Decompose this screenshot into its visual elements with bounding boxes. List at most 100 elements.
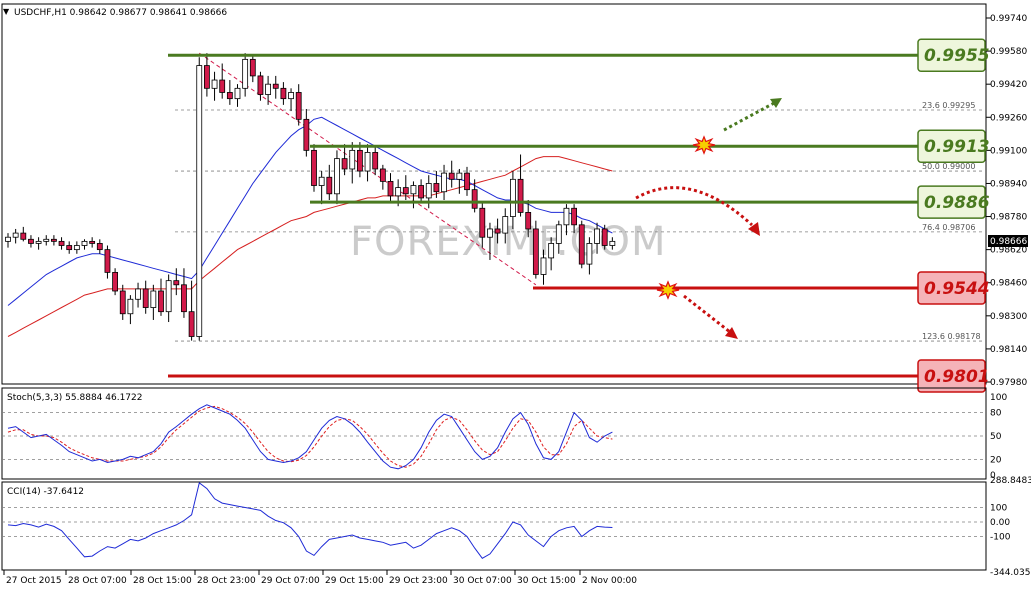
candle-body	[540, 257, 547, 275]
candle-body	[395, 187, 402, 197]
candle-body	[441, 172, 447, 193]
cci-axis-label: 100	[990, 504, 1007, 514]
stoch-axis-label: 100	[990, 393, 1007, 403]
time-tick-label: 28 Oct 07:00	[68, 576, 127, 586]
candle-body	[51, 238, 57, 242]
stoch-axis-label: 20	[990, 455, 1002, 465]
candle-body	[341, 158, 348, 170]
candle-body	[150, 290, 157, 308]
level-box-label-0.9801: 0.9801	[924, 367, 990, 387]
fib-label: 123.6 0.98178	[922, 332, 981, 341]
candle-body	[257, 75, 264, 95]
candle-body	[586, 243, 593, 265]
candle-body	[158, 290, 164, 313]
fib-label: 50.0 0.99000	[922, 162, 975, 171]
candle-body	[196, 65, 203, 337]
candle-body	[112, 271, 118, 292]
candle-body	[89, 240, 96, 244]
candle-body	[349, 149, 356, 170]
candle-body	[418, 185, 425, 199]
candle-body	[555, 224, 562, 244]
candle-body	[219, 79, 226, 93]
candle-body	[43, 238, 50, 242]
candle-body	[104, 249, 111, 273]
candle-body	[494, 228, 501, 234]
candle-body	[211, 79, 218, 89]
candle-body	[456, 172, 463, 180]
price-tick-label: 0.97980	[990, 378, 1027, 388]
candle-body	[609, 240, 616, 246]
level-box-label-0.9955: 0.9955	[924, 46, 990, 66]
header-dropdown-icon[interactable]: ▼	[3, 7, 10, 16]
price-tick-label: 0.99420	[990, 80, 1027, 90]
candle-body	[203, 65, 210, 89]
candle-body	[471, 189, 478, 209]
candle-body	[12, 232, 19, 238]
time-tick-label: 30 Oct 15:00	[517, 576, 576, 586]
cci-axis-label: 288.8483	[990, 476, 1031, 486]
candle-body	[181, 284, 187, 313]
stoch-axis-label: 50	[990, 432, 1002, 442]
candle-body	[532, 228, 539, 275]
breakout-burst-up	[692, 135, 716, 155]
candle-body	[73, 245, 80, 251]
candle-body	[142, 288, 149, 308]
price-tick-label: 0.98780	[990, 213, 1027, 223]
time-tick-label: 29 Oct 07:00	[261, 576, 320, 586]
candle-body	[249, 58, 256, 77]
candle-body	[509, 178, 516, 217]
candle-body	[571, 207, 577, 226]
candle-body	[548, 243, 555, 259]
candle-body	[502, 216, 509, 234]
candle-body	[448, 172, 455, 180]
candle-body	[295, 92, 302, 120]
candle-body	[226, 92, 233, 100]
price-tick-label: 0.98940	[990, 179, 1027, 189]
price-tick-label: 0.98620	[990, 246, 1027, 256]
level-box-label-0.9544: 0.9544	[924, 279, 990, 299]
cci-axis-label: -100	[990, 533, 1011, 543]
cci-label: CCI(14) -37.6412	[7, 487, 84, 497]
candle-body	[173, 280, 180, 286]
candle-body	[487, 228, 493, 238]
cci-axis-label: -344.0358	[990, 568, 1031, 578]
candle-body	[387, 180, 394, 197]
time-tick-label: 29 Oct 15:00	[325, 576, 384, 586]
stoch-axis-label: 80	[990, 409, 1002, 419]
candle-body	[479, 207, 486, 238]
candle-body	[364, 152, 371, 172]
forex-chart: 0.99740 0.99580 0.99420 0.99260 0.99100 0.989…	[0, 0, 1031, 591]
candle-body	[594, 228, 600, 244]
candle-body	[96, 243, 103, 251]
candle-body	[242, 58, 249, 89]
candle-body	[356, 149, 363, 172]
candle-body	[334, 158, 340, 195]
candle-body	[433, 183, 440, 193]
price-tick-label: 0.98140	[990, 345, 1027, 355]
candle-body	[288, 92, 294, 100]
fib-label: 76.4 0.98706	[922, 223, 975, 232]
candle-body	[326, 176, 333, 195]
candle-body	[464, 172, 470, 191]
price-tick-label: 0.99100	[990, 146, 1027, 156]
price-tick-label: 0.99260	[990, 113, 1027, 123]
cci-axis-label: 0.00	[990, 518, 1010, 528]
candle-body	[563, 207, 570, 226]
fib-label: 23.6 0.99295	[922, 101, 975, 110]
time-tick-label: 29 Oct 23:00	[389, 576, 448, 586]
breakout-burst-down	[656, 280, 680, 300]
time-tick-label: 28 Oct 15:00	[133, 576, 192, 586]
candle-body	[234, 87, 241, 100]
candle-body	[318, 176, 325, 186]
candle-body	[135, 288, 141, 300]
candle-body	[127, 298, 134, 315]
candle-body	[188, 311, 195, 337]
candle-body	[517, 178, 524, 213]
time-tick-label: 28 Oct 23:00	[197, 576, 256, 586]
candle-body	[311, 149, 317, 186]
candle-body	[525, 212, 532, 230]
candle-body	[5, 236, 11, 242]
time-tick-label: 27 Oct 2015	[6, 576, 62, 586]
price-tick-label: 0.98300	[990, 312, 1027, 322]
time-tick-label: 2 Nov 00:00	[582, 576, 637, 586]
